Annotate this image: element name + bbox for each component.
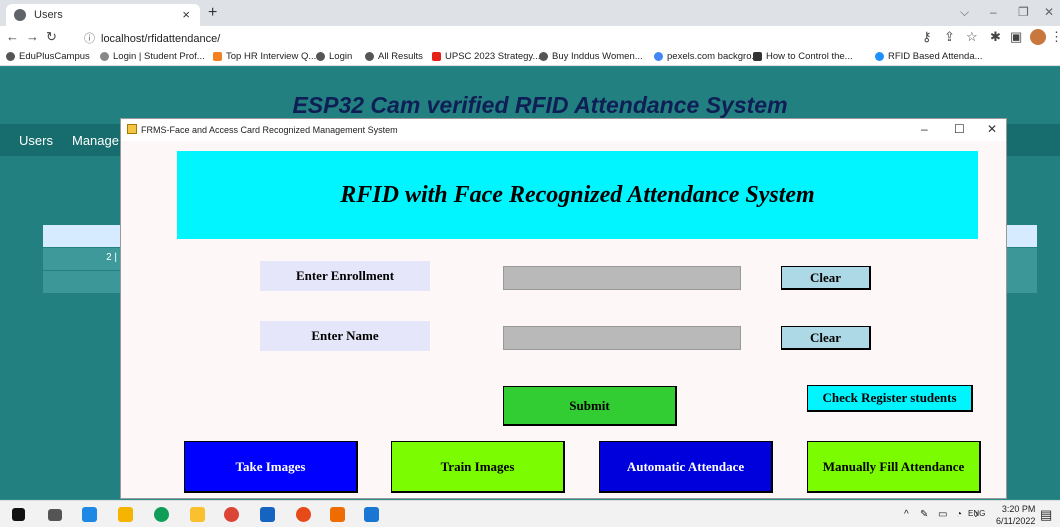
battery-icon[interactable]: ▭ — [938, 509, 947, 520]
manual-attendance-button[interactable]: Manually Fill Attendance — [807, 441, 981, 493]
menu-icon[interactable]: ⋮ — [1050, 29, 1060, 45]
clear-name-button[interactable]: Clear — [781, 326, 871, 350]
youtube-icon — [432, 52, 441, 61]
key-icon[interactable]: ⚷ — [922, 29, 932, 45]
name-input[interactable] — [503, 326, 741, 350]
enrollment-label: Enter Enrollment — [260, 261, 430, 291]
url-field[interactable]: ⓘ localhost/rfidattendance/ — [84, 30, 220, 46]
table-row: 2 | — [43, 248, 123, 270]
automatic-attendance-button[interactable]: Automatic Attendace — [599, 441, 773, 493]
url-text: localhost/rfidattendance/ — [101, 33, 221, 45]
window-restore-icon[interactable]: ❐ — [1018, 5, 1029, 19]
enrollment-input[interactable] — [503, 266, 741, 290]
bookmark-item[interactable]: All Results — [365, 51, 423, 62]
globe-icon — [365, 52, 374, 61]
browser-tab-bar: Users × + ⌵ – ❐ ✕ — [0, 0, 1060, 26]
file-explorer-icon[interactable] — [190, 507, 205, 522]
new-tab-button[interactable]: + — [208, 4, 217, 22]
minimize-icon[interactable]: – — [921, 122, 928, 136]
globe-icon — [316, 52, 325, 61]
maximize-icon[interactable]: ☐ — [954, 122, 965, 136]
tab-close-icon[interactable]: × — [182, 7, 190, 22]
task-view-icon[interactable] — [48, 509, 62, 521]
python-icon[interactable] — [364, 507, 379, 522]
sidepanel-icon[interactable]: ▣ — [1010, 29, 1022, 45]
app-window: FRMS-Face and Access Card Recognized Man… — [120, 118, 1007, 499]
app-window-titlebar: FRMS-Face and Access Card Recognized Man… — [121, 119, 1006, 141]
bookmark-favicon-icon — [875, 52, 884, 61]
globe-icon — [539, 52, 548, 61]
window-minimize-icon[interactable]: – — [990, 5, 997, 19]
app-icon[interactable] — [296, 507, 311, 522]
table-header — [1007, 225, 1037, 247]
bookmark-item[interactable]: EduPlusCampus — [6, 51, 90, 62]
bookmarks-bar: EduPlusCampus Login | Student Prof... To… — [0, 48, 1060, 66]
bookmark-favicon-icon — [100, 52, 109, 61]
nav-users-link[interactable]: Users — [19, 133, 53, 148]
close-icon[interactable]: ✕ — [987, 122, 997, 136]
share-icon[interactable]: ⇪ — [944, 29, 955, 45]
table-row — [1007, 248, 1037, 293]
clock-time: 3:20 PM — [1001, 504, 1036, 514]
window-close-icon[interactable]: ✕ — [1044, 5, 1054, 19]
forward-icon[interactable]: → — [26, 29, 39, 44]
table-header — [43, 225, 123, 247]
star-icon[interactable]: ☆ — [966, 29, 978, 45]
clear-enrollment-button[interactable]: Clear — [781, 266, 871, 290]
bookmark-item[interactable]: Top HR Interview Q... — [213, 51, 316, 62]
bookmark-item[interactable]: UPSC 2023 Strategy... — [432, 51, 540, 62]
page-title: ESP32 Cam verified RFID Attendance Syste… — [292, 92, 788, 118]
train-images-button[interactable]: Train Images — [391, 441, 565, 493]
app-window-body: RFID with Face Recognized Attendance Sys… — [121, 141, 1006, 498]
sticky-notes-icon[interactable] — [118, 507, 133, 522]
chrome-icon[interactable] — [224, 507, 239, 522]
xampp-icon[interactable] — [330, 507, 345, 522]
tab-title: Users — [34, 9, 63, 21]
google-icon — [654, 52, 663, 61]
globe-icon — [14, 9, 26, 21]
take-images-button[interactable]: Take Images — [184, 441, 358, 493]
bookmark-item[interactable]: Login | Student Prof... — [100, 51, 205, 62]
edge-icon[interactable] — [154, 507, 169, 522]
feather-icon — [127, 124, 137, 134]
globe-icon — [6, 52, 15, 61]
reload-icon[interactable]: ↻ — [46, 29, 57, 45]
app-banner: RFID with Face Recognized Attendance Sys… — [177, 151, 978, 239]
tray-chevron-icon[interactable]: ^ — [904, 509, 909, 520]
check-register-students-button[interactable]: Check Register students — [807, 385, 973, 412]
vscode-icon[interactable] — [260, 507, 275, 522]
app-window-title: FRMS-Face and Access Card Recognized Man… — [141, 125, 398, 135]
extensions-icon[interactable]: ✱ — [990, 29, 1001, 45]
wifi-icon[interactable]: ◔ — [956, 509, 962, 520]
notifications-icon[interactable]: ▤ — [1040, 507, 1052, 523]
address-bar: ← → ↻ ⓘ localhost/rfidattendance/ ⚷ ⇪ ☆ ✱… — [0, 26, 1060, 48]
submit-button[interactable]: Submit — [503, 386, 677, 426]
bookmark-favicon-icon — [753, 52, 762, 61]
table-row — [43, 271, 123, 293]
tab-search-icon[interactable]: ⌵ — [960, 5, 969, 20]
start-icon[interactable] — [12, 508, 25, 521]
bookmark-item[interactable]: RFID Based Attenda... — [875, 51, 983, 62]
back-icon[interactable]: ← — [6, 29, 19, 44]
pen-icon[interactable]: ✎ — [920, 509, 928, 520]
language-text: ENG — [968, 509, 986, 518]
mail-icon[interactable] — [82, 507, 97, 522]
bookmark-item[interactable]: pexels.com backgro... — [654, 51, 759, 62]
taskbar: ^ ✎ ▭ ◔ ♪ 3:20 PM 6/11/2022 ▤ — [0, 500, 1060, 527]
clock-date: 6/11/2022 — [996, 516, 1036, 526]
clock[interactable]: 3:20 PM 6/11/2022 — [996, 503, 1035, 527]
profile-avatar[interactable] — [1030, 29, 1046, 45]
bookmark-favicon-icon — [213, 52, 222, 61]
bookmark-item[interactable]: Buy Inddus Women... — [539, 51, 643, 62]
browser-tab[interactable]: Users × — [6, 4, 200, 26]
name-label: Enter Name — [260, 321, 430, 351]
info-icon: ⓘ — [84, 33, 95, 45]
bookmark-item[interactable]: How to Control the... — [753, 51, 853, 62]
bookmark-item[interactable]: Login — [316, 51, 352, 62]
